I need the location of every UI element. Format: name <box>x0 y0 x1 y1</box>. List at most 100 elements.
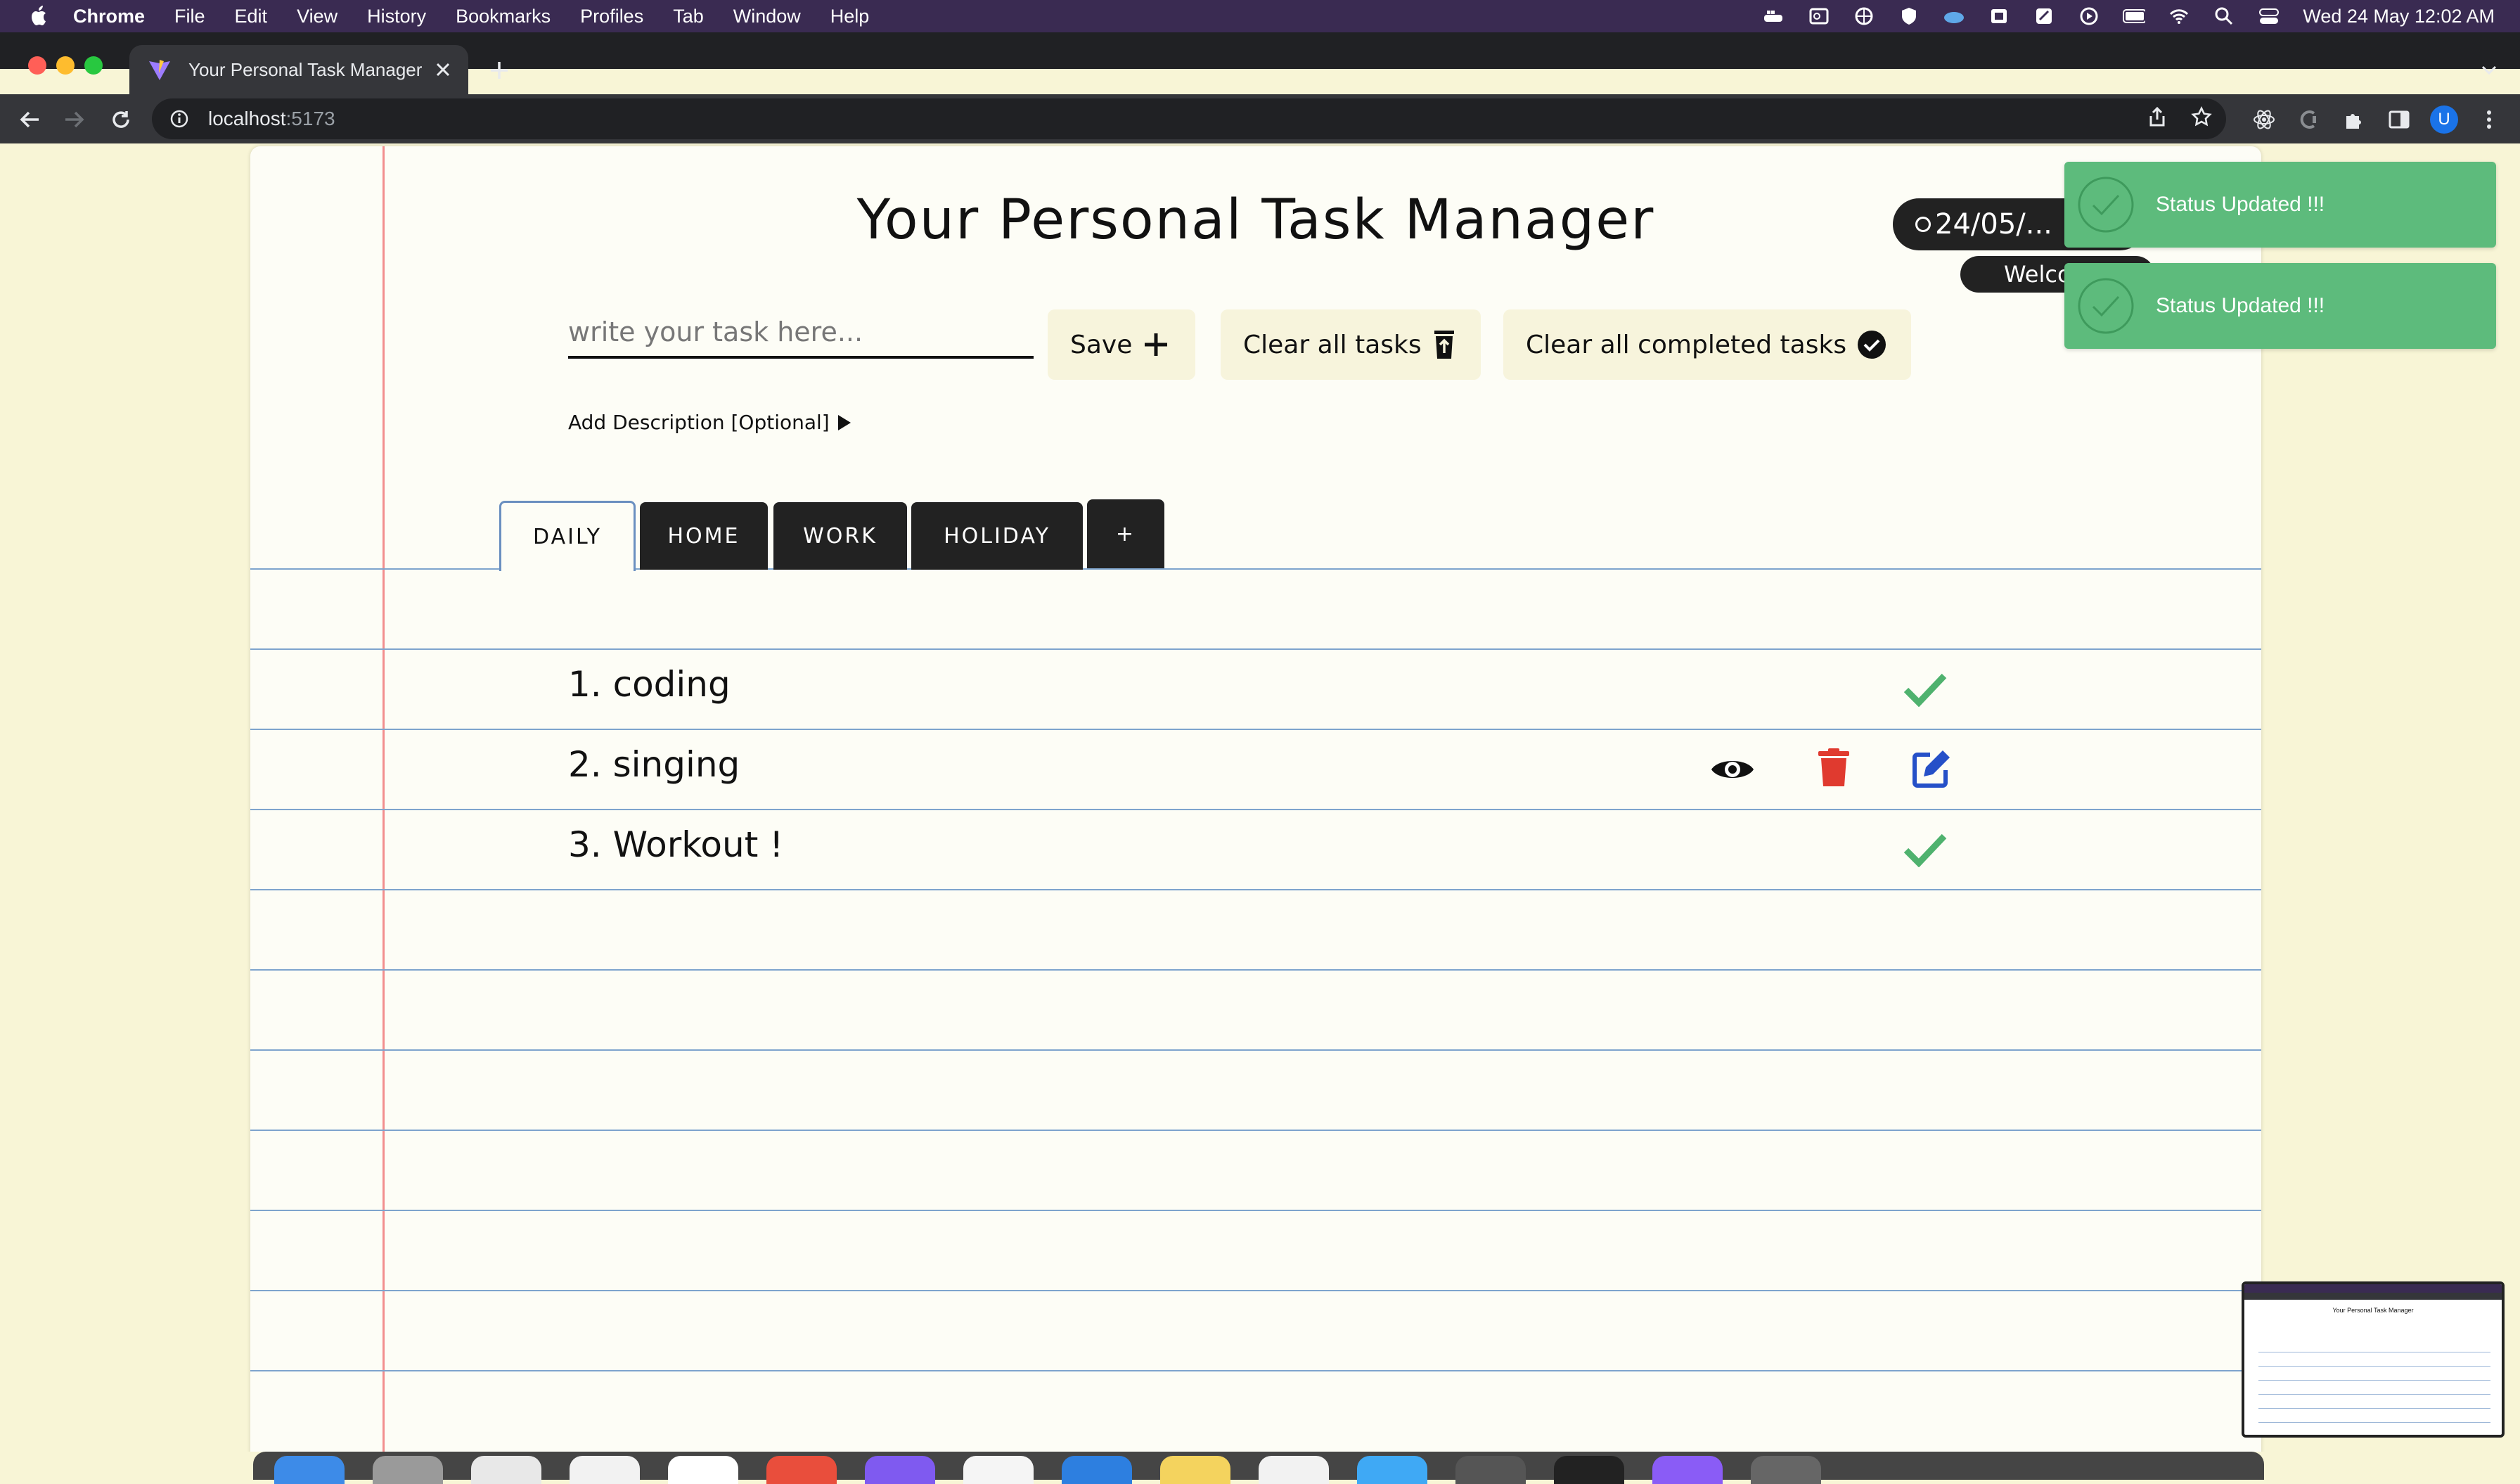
menu-edit[interactable]: Edit <box>235 6 268 27</box>
save-button[interactable]: Save <box>1048 309 1195 380</box>
dock-app-icon[interactable] <box>963 1456 1034 1484</box>
task-input[interactable] <box>568 308 1034 359</box>
window-maximize-button[interactable] <box>84 56 103 75</box>
dock-app-icon[interactable] <box>1357 1456 1427 1484</box>
thumbnail-toolbar <box>2244 1293 2502 1300</box>
tab-work[interactable]: WORK <box>773 502 907 570</box>
tab-home[interactable]: HOME <box>640 502 768 570</box>
apple-icon[interactable] <box>27 4 52 29</box>
caret-right-icon <box>837 414 851 430</box>
menu-profiles[interactable]: Profiles <box>580 6 643 27</box>
dock-mail-icon[interactable] <box>570 1456 640 1484</box>
add-category-tab[interactable]: + <box>1087 499 1164 568</box>
menu-view[interactable]: View <box>297 6 338 27</box>
extensions-puzzle-icon[interactable] <box>2340 105 2368 134</box>
toast-notification[interactable]: Status Updated !!! <box>2064 162 2496 248</box>
ruled-line <box>250 1370 2261 1371</box>
screen-capture-icon[interactable] <box>1988 6 2010 26</box>
menu-window[interactable]: Window <box>733 6 801 27</box>
url-port: :5173 <box>285 108 335 129</box>
ruled-line <box>250 809 2261 810</box>
dock-app-icon[interactable] <box>1062 1456 1132 1484</box>
menu-help[interactable]: Help <box>830 6 870 27</box>
trash-upload-icon <box>1434 331 1454 359</box>
tab-search-chevron-icon[interactable] <box>2475 56 2503 84</box>
menu-history[interactable]: History <box>367 6 426 27</box>
shield-app-icon[interactable] <box>1898 6 1920 26</box>
tab-holiday[interactable]: HOLIDAY <box>911 502 1083 570</box>
vite-favicon-icon <box>148 58 172 82</box>
menu-file[interactable]: File <box>174 6 205 27</box>
tab-close-icon[interactable] <box>429 56 457 84</box>
macos-dock <box>253 1452 2264 1484</box>
new-tab-plus-icon[interactable] <box>482 53 516 87</box>
bookmark-star-icon[interactable] <box>2191 105 2212 132</box>
add-description-toggle[interactable]: Add Description [Optional] <box>568 411 852 434</box>
dock-trash-icon[interactable] <box>1751 1456 1821 1484</box>
dock-terminal-icon[interactable] <box>1554 1456 1624 1484</box>
share-icon[interactable] <box>2147 106 2167 132</box>
app-grid-icon[interactable] <box>1853 6 1875 26</box>
notes-app-icon[interactable] <box>2033 6 2055 26</box>
dock-launchpad-icon[interactable] <box>373 1456 443 1484</box>
status-area: Wed 24 May 12:02 AM <box>1763 0 2495 32</box>
battery-icon[interactable] <box>2123 6 2146 26</box>
browser-tab-title: Your Personal Task Manager <box>188 58 423 80</box>
docker-icon[interactable] <box>1763 6 1785 26</box>
outlook-icon[interactable] <box>1808 6 1830 26</box>
thumbnail-ruled-line <box>2258 1394 2490 1395</box>
task-item-3[interactable]: 3. Workout ! <box>568 824 783 865</box>
delete-trash-icon[interactable] <box>1811 746 1856 791</box>
address-bar[interactable]: localhost:5173 <box>152 98 2226 139</box>
task-item-1[interactable]: 1. coding <box>568 664 731 705</box>
completed-check-icon[interactable] <box>1903 667 1948 712</box>
wifi-icon[interactable] <box>2168 6 2190 26</box>
window-close-button[interactable] <box>28 56 46 75</box>
notebook-paper: Your Personal Task Manager 24/05/... Wel… <box>250 146 2261 1452</box>
completed-check-icon[interactable] <box>1903 827 1948 872</box>
menu-tab[interactable]: Tab <box>673 6 704 27</box>
dock-app-icon[interactable] <box>865 1456 935 1484</box>
forward-arrow-icon[interactable] <box>58 103 91 136</box>
play-icon[interactable] <box>2078 6 2100 26</box>
side-panel-icon[interactable] <box>2385 105 2413 134</box>
clear-completed-tasks-button[interactable]: Clear all completed tasks <box>1503 309 1911 380</box>
dock-calendar-icon[interactable] <box>668 1456 738 1484</box>
extension-c-icon[interactable] <box>2295 105 2323 134</box>
clear-all-tasks-button[interactable]: Clear all tasks <box>1221 309 1481 380</box>
dock-chrome-icon[interactable] <box>471 1456 541 1484</box>
reload-icon[interactable] <box>104 103 138 136</box>
spotlight-search-icon[interactable] <box>2213 6 2235 26</box>
dock-app-icon[interactable] <box>1259 1456 1329 1484</box>
view-eye-icon[interactable] <box>1710 747 1755 792</box>
menu-bookmarks[interactable]: Bookmarks <box>456 6 551 27</box>
window-minimize-button[interactable] <box>56 56 75 75</box>
task-item-2[interactable]: 2. singing <box>568 744 740 785</box>
back-arrow-icon[interactable] <box>13 103 46 136</box>
browser-tab-active[interactable]: Your Personal Task Manager <box>129 45 468 94</box>
react-devtools-icon[interactable] <box>2250 105 2278 134</box>
edit-pencil-icon[interactable] <box>1910 746 1955 791</box>
profile-avatar[interactable]: U <box>2430 105 2458 134</box>
menu-app-name[interactable]: Chrome <box>73 6 145 27</box>
chrome-menu-kebab-icon[interactable] <box>2475 105 2503 134</box>
menubar-clock[interactable]: Wed 24 May 12:02 AM <box>2303 6 2495 27</box>
dock-app-icon[interactable] <box>766 1456 837 1484</box>
clear-all-label: Clear all tasks <box>1243 330 1422 359</box>
dock-app-icon[interactable] <box>1652 1456 1723 1484</box>
clear-completed-label: Clear all completed tasks <box>1526 330 1847 359</box>
ruled-line <box>250 1210 2261 1211</box>
control-center-icon[interactable] <box>2258 6 2280 26</box>
toast-message: Status Updated !!! <box>2156 294 2325 317</box>
thumbnail-ruled-line <box>2258 1408 2490 1409</box>
dock-settings-icon[interactable] <box>1455 1456 1526 1484</box>
tab-daily[interactable]: DAILY <box>499 501 636 571</box>
dock-finder-icon[interactable] <box>274 1456 345 1484</box>
toast-notification[interactable]: Status Updated !!! <box>2064 263 2496 349</box>
save-label: Save <box>1070 330 1133 359</box>
site-info-icon[interactable] <box>167 107 191 131</box>
success-check-ring-icon <box>2078 177 2134 233</box>
dock-notes-icon[interactable] <box>1160 1456 1230 1484</box>
screenshot-thumbnail-preview[interactable]: Your Personal Task Manager <box>2242 1281 2505 1438</box>
cloud-app-icon[interactable] <box>1943 6 1965 26</box>
